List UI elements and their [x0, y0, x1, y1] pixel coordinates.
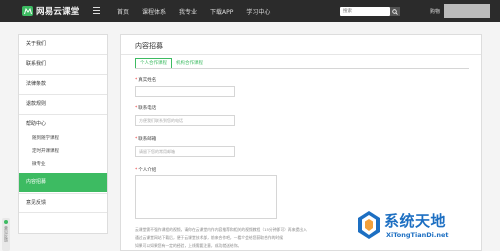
sidebar-item-help[interactable]: 帮助中心 — [19, 115, 107, 135]
nav-download-app[interactable]: 下载APP — [210, 7, 233, 16]
site-logo[interactable]: 网易云课堂 — [22, 5, 80, 17]
sidebar: 关于我们 联系我们 法律条款 退款规则 帮助中心 随到随学课程 定时开课课程 微… — [18, 34, 108, 234]
search-icon — [392, 8, 398, 15]
phone-input[interactable]: 方便我们联系到您的电话 — [135, 115, 235, 126]
logo-icon — [22, 6, 33, 16]
search-input[interactable] — [340, 7, 390, 16]
feedback-float-tab[interactable]: 意见反馈 — [2, 218, 10, 251]
email-input[interactable]: 请留下您的常用邮箱 — [135, 146, 235, 157]
note-line-2: 通过云课堂网站下载后，便于云课堂技术部，前来合作吧，一看介会给您获取合作的时候 — [135, 235, 284, 240]
page-title: 内容招募 — [135, 42, 163, 50]
field-label-email: *联系邮箱 — [135, 137, 157, 142]
note-line-1: 云课堂需不强作课程的视频，请你在云课堂内作内容推荐和相关的视频教程（15分钟即可… — [135, 227, 307, 232]
feedback-dot-icon — [4, 220, 8, 224]
sidebar-item-legal[interactable]: 法律条款 — [19, 75, 107, 95]
field-label-intro: *个人介绍 — [135, 168, 157, 173]
sidebar-item-refund[interactable]: 退款规则 — [19, 95, 107, 115]
sidebar-item-contact[interactable]: 联系我们 — [19, 55, 107, 75]
name-input[interactable] — [135, 86, 235, 97]
watermark-url: XiTongTianDi.net — [386, 231, 449, 239]
watermark-logo-icon — [358, 211, 380, 239]
nav-course-system[interactable]: 课程体系 — [142, 7, 166, 16]
search-button[interactable] — [390, 7, 400, 16]
nav-learning-center[interactable]: 学习中心 — [246, 7, 270, 16]
main-nav: 首页 课程体系 我专业 下载APP 学习中心 — [117, 0, 283, 22]
sidebar-item-about[interactable]: 关于我们 — [19, 35, 107, 55]
title-divider — [121, 54, 481, 55]
feedback-tab-label: 意见反馈 — [4, 226, 9, 242]
brand-name: 网易云课堂 — [36, 7, 80, 17]
tabs-divider — [135, 68, 469, 69]
top-navigation-bar: 网易云课堂 首页 课程体系 我专业 下载APP 学习中心 购物 — [0, 0, 500, 22]
avatar[interactable] — [444, 4, 490, 18]
sidebar-item-content-recruit[interactable]: 内容招募 — [19, 173, 107, 192]
nav-home[interactable]: 首页 — [117, 7, 129, 16]
sidebar-item-feedback[interactable]: 意见反馈 — [19, 193, 107, 213]
watermark: 系统天地 XiTongTianDi.net — [356, 208, 496, 248]
nav-major[interactable]: 我专业 — [179, 7, 197, 16]
sidebar-subitem-anytime-courses[interactable]: 随到随学课程 — [32, 135, 59, 141]
intro-textarea[interactable] — [135, 175, 277, 219]
note-line-3: 如果可以如果您有一定的经验，上线需要注意，成功就送给你。 — [135, 243, 242, 248]
sidebar-subitem-micro-major[interactable]: 微专业 — [32, 161, 46, 167]
field-label-name: *真实姓名 — [135, 78, 157, 83]
menu-icon[interactable] — [93, 7, 100, 14]
field-label-phone: *联系电话 — [135, 106, 157, 111]
username[interactable]: 购物 — [430, 8, 440, 15]
sidebar-subitem-scheduled-courses[interactable]: 定时开课课程 — [32, 148, 59, 154]
watermark-title: 系统天地 — [384, 212, 447, 230]
